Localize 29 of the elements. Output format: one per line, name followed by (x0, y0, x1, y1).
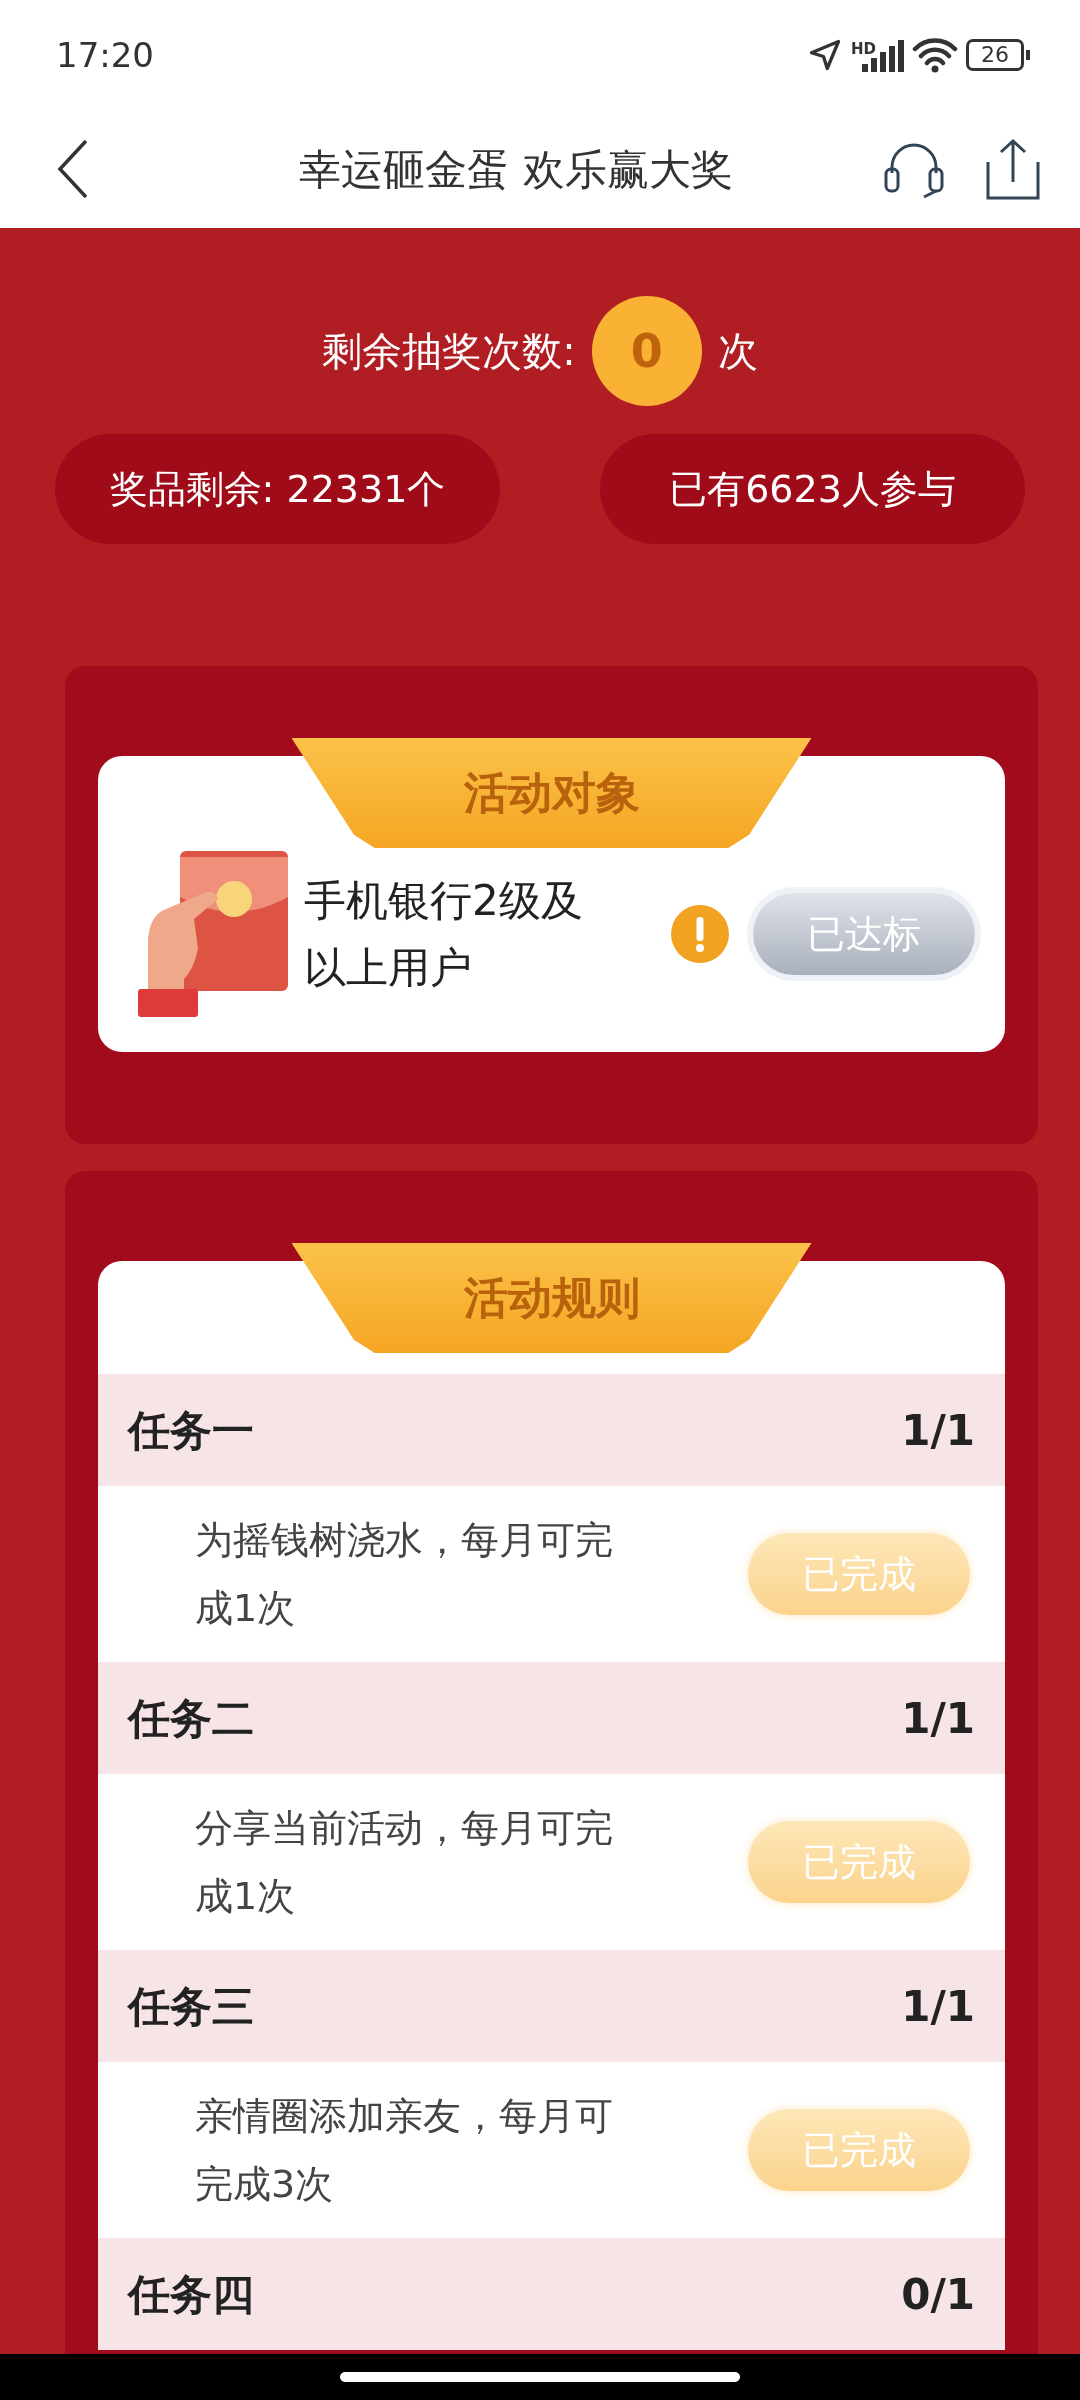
task-count: 1/1 (901, 1980, 975, 2033)
task-status-button[interactable]: 已完成 (748, 1533, 970, 1615)
draws-label: 剩余抽奖次数: (322, 327, 576, 376)
task-description: 亲情圈添加亲友，每月可完成3次 (195, 2092, 614, 2208)
network-type-label: HD (851, 39, 876, 60)
page-title: 幸运砸金蛋 欢乐赢大奖 (298, 143, 734, 196)
back-icon[interactable] (56, 139, 90, 199)
task-description: 分享当前活动，每月可完成1次 (195, 1804, 614, 1920)
task-count: 0/1 (901, 2268, 975, 2321)
location-arrow-icon (807, 37, 843, 73)
section-title-banner: 活动对象 (291, 738, 812, 848)
share-icon[interactable] (986, 138, 1040, 200)
task-description: 为摇钱树浇水，每月可完成1次 (195, 1516, 614, 1632)
draws-count: 0 (591, 296, 702, 406)
draws-unit: 次 (717, 327, 758, 376)
status-time: 17:20 (56, 33, 154, 77)
stat-pill: 已有6623人参与 (600, 434, 1025, 544)
wifi-icon (912, 37, 958, 73)
task-status-button[interactable]: 已完成 (748, 1821, 970, 1903)
stat-pill: 奖品剩余: 22331个 (55, 434, 500, 544)
task-count: 1/1 (901, 1404, 975, 1457)
task-count: 1/1 (901, 1692, 975, 1745)
task-name: 任务四 (128, 2268, 254, 2321)
task-name: 任务一 (128, 1404, 254, 1457)
target-text: 手机银行2级及以上用户 (304, 874, 584, 994)
section-title-banner: 活动规则 (291, 1243, 812, 1353)
task-name: 任务三 (128, 1980, 254, 2033)
task-status-button[interactable]: 已完成 (748, 2109, 970, 2191)
task-name: 任务二 (128, 1692, 254, 1745)
